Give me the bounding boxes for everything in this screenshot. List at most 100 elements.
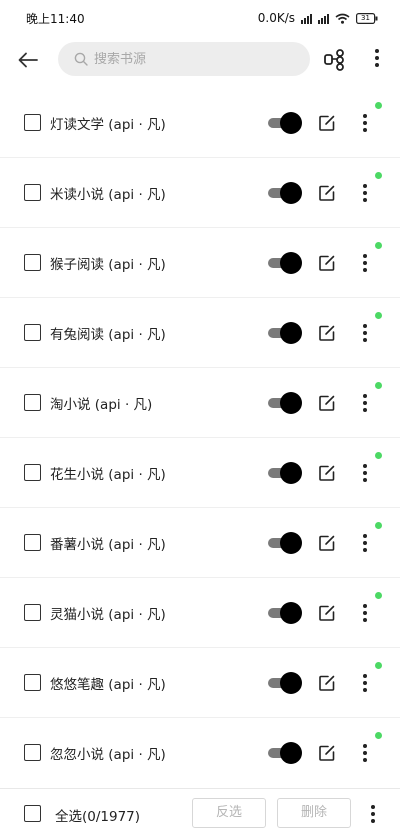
enable-switch[interactable] bbox=[268, 532, 302, 554]
enable-switch[interactable] bbox=[268, 462, 302, 484]
source-checkbox[interactable] bbox=[24, 114, 41, 131]
back-button[interactable] bbox=[14, 46, 42, 74]
more-vertical-icon-dot bbox=[363, 408, 367, 412]
edit-button[interactable] bbox=[318, 744, 336, 762]
more-vertical-icon-dot bbox=[363, 338, 367, 342]
switch-thumb bbox=[280, 602, 302, 624]
more-vertical-icon-dot bbox=[363, 681, 367, 685]
source-row[interactable]: 花生小说 (api · 凡) bbox=[0, 438, 400, 508]
switch-thumb bbox=[280, 532, 302, 554]
row-more-button[interactable] bbox=[358, 672, 372, 694]
edit-icon bbox=[319, 605, 335, 621]
edit-button[interactable] bbox=[318, 254, 336, 272]
edit-icon bbox=[319, 255, 335, 271]
more-vertical-icon-dot bbox=[363, 751, 367, 755]
source-row[interactable]: 灯读文学 (api · 凡) bbox=[0, 88, 400, 158]
edit-icon bbox=[319, 395, 335, 411]
source-name: 悠悠笔趣 (api · 凡) bbox=[50, 677, 166, 693]
edit-button[interactable] bbox=[318, 114, 336, 132]
switch-thumb bbox=[280, 252, 302, 274]
more-vertical-icon-dot bbox=[363, 744, 367, 748]
source-checkbox[interactable] bbox=[24, 254, 41, 271]
source-checkbox[interactable] bbox=[24, 464, 41, 481]
search-box[interactable] bbox=[58, 42, 310, 76]
status-dot bbox=[375, 522, 382, 529]
search-icon bbox=[74, 52, 88, 66]
source-row[interactable]: 淘小说 (api · 凡) bbox=[0, 368, 400, 438]
row-more-button[interactable] bbox=[358, 112, 372, 134]
row-more-button[interactable] bbox=[358, 252, 372, 274]
row-more-button[interactable] bbox=[358, 602, 372, 624]
more-vertical-icon-dot bbox=[363, 121, 367, 125]
row-more-button[interactable] bbox=[358, 532, 372, 554]
source-checkbox[interactable] bbox=[24, 184, 41, 201]
enable-switch[interactable] bbox=[268, 252, 302, 274]
switch-thumb bbox=[280, 672, 302, 694]
edit-icon bbox=[319, 675, 335, 691]
source-row[interactable]: 忽忽小说 (api · 凡) bbox=[0, 718, 400, 786]
source-row[interactable]: 悠悠笔趣 (api · 凡) bbox=[0, 648, 400, 718]
edit-button[interactable] bbox=[318, 674, 336, 692]
source-name: 番薯小说 (api · 凡) bbox=[50, 537, 166, 553]
battery-icon: 31 bbox=[356, 12, 378, 24]
more-vertical-icon-dot bbox=[363, 548, 367, 552]
select-all-checkbox[interactable] bbox=[24, 805, 41, 822]
edit-button[interactable] bbox=[318, 534, 336, 552]
source-row[interactable]: 猴子阅读 (api · 凡) bbox=[0, 228, 400, 298]
source-checkbox[interactable] bbox=[24, 744, 41, 761]
status-dot bbox=[375, 312, 382, 319]
edit-icon bbox=[319, 745, 335, 761]
more-vertical-icon-dot bbox=[371, 819, 375, 823]
enable-switch[interactable] bbox=[268, 322, 302, 344]
source-checkbox[interactable] bbox=[24, 604, 41, 621]
signal-icon bbox=[301, 13, 312, 24]
bottom-more-button[interactable] bbox=[366, 803, 380, 825]
switch-thumb bbox=[280, 742, 302, 764]
enable-switch[interactable] bbox=[268, 672, 302, 694]
more-vertical-icon-dot bbox=[363, 541, 367, 545]
enable-switch[interactable] bbox=[268, 112, 302, 134]
source-checkbox[interactable] bbox=[24, 534, 41, 551]
source-row[interactable]: 米读小说 (api · 凡) bbox=[0, 158, 400, 228]
source-checkbox[interactable] bbox=[24, 324, 41, 341]
source-checkbox[interactable] bbox=[24, 674, 41, 691]
edit-button[interactable] bbox=[318, 394, 336, 412]
more-vertical-icon-dot bbox=[363, 198, 367, 202]
edit-button[interactable] bbox=[318, 184, 336, 202]
more-vertical-icon-dot bbox=[363, 324, 367, 328]
status-dot bbox=[375, 382, 382, 389]
enable-switch[interactable] bbox=[268, 602, 302, 624]
status-dot bbox=[375, 592, 382, 599]
search-input[interactable] bbox=[94, 51, 294, 67]
more-vertical-icon-dot bbox=[371, 812, 375, 816]
row-more-button[interactable] bbox=[358, 392, 372, 414]
group-button[interactable] bbox=[322, 47, 348, 73]
row-more-button[interactable] bbox=[358, 462, 372, 484]
row-more-button[interactable] bbox=[358, 182, 372, 204]
enable-switch[interactable] bbox=[268, 182, 302, 204]
source-checkbox[interactable] bbox=[24, 394, 41, 411]
more-vertical-icon-dot bbox=[363, 401, 367, 405]
more-vertical-icon-dot bbox=[363, 184, 367, 188]
source-row[interactable]: 番薯小说 (api · 凡) bbox=[0, 508, 400, 578]
status-time: 晚上11:40 bbox=[26, 11, 85, 26]
more-vertical-icon-dot bbox=[363, 758, 367, 762]
edit-button[interactable] bbox=[318, 464, 336, 482]
source-row[interactable]: 灵猫小说 (api · 凡) bbox=[0, 578, 400, 648]
invert-selection-button[interactable]: 反选 bbox=[192, 798, 266, 828]
more-vertical-icon-dot bbox=[363, 604, 367, 608]
switch-thumb bbox=[280, 322, 302, 344]
delete-button[interactable]: 删除 bbox=[277, 798, 351, 828]
toolbar-more-button[interactable] bbox=[368, 47, 386, 73]
edit-icon bbox=[319, 465, 335, 481]
screen: 晚上11:40 0.0K/s 31 搜索书源 灯读文学 (api · 凡) 米读… bbox=[0, 0, 400, 839]
edit-button[interactable] bbox=[318, 324, 336, 342]
source-row[interactable]: 有兔阅读 (api · 凡) bbox=[0, 298, 400, 368]
enable-switch[interactable] bbox=[268, 742, 302, 764]
row-more-button[interactable] bbox=[358, 742, 372, 764]
enable-switch[interactable] bbox=[268, 392, 302, 414]
edit-button[interactable] bbox=[318, 604, 336, 622]
more-vertical-icon-dot bbox=[363, 478, 367, 482]
status-dot bbox=[375, 242, 382, 249]
row-more-button[interactable] bbox=[358, 322, 372, 344]
